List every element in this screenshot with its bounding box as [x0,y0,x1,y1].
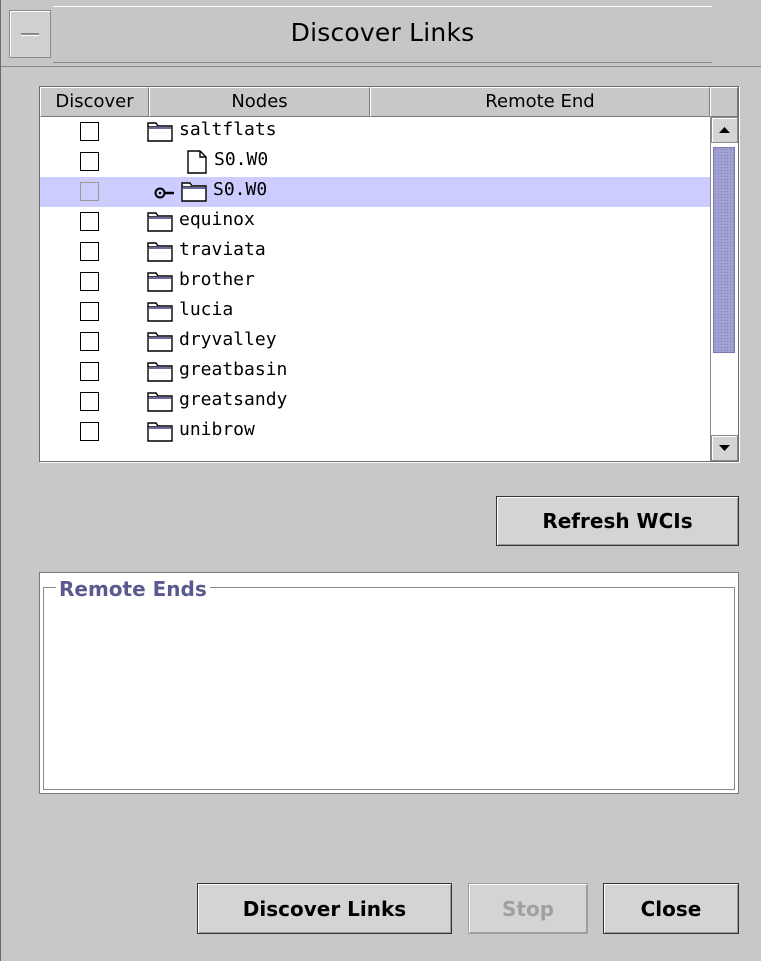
node-label: greatbasin [179,359,288,380]
discover-checkbox[interactable] [80,332,99,351]
node-label: S0.W0 [213,179,268,200]
table-header: Discover Nodes Remote End [40,87,738,117]
folder-icon [147,332,173,356]
node-label: unibrow [179,419,255,440]
file-icon [186,150,208,178]
table-row[interactable]: saltflats [40,117,710,147]
table-row[interactable]: S0.W0 [40,177,710,207]
table-row[interactable]: greatbasin [40,357,710,387]
table-row[interactable]: dryvalley [40,327,710,357]
column-header-remote-end[interactable]: Remote End [370,87,710,117]
node-label: brother [179,269,255,290]
folder-icon [147,392,173,416]
discover-checkbox[interactable] [80,362,99,381]
table-row[interactable]: lucia [40,297,710,327]
remote-ends-panel: Remote Ends [39,572,739,794]
discover-checkbox[interactable] [80,242,99,261]
folder-icon [147,362,173,386]
node-label: traviata [179,239,266,260]
refresh-wcis-button[interactable]: Refresh WCIs [496,496,739,546]
discover-links-button[interactable]: Discover Links [197,883,452,934]
table-row[interactable]: equinox [40,207,710,237]
scroll-down-button[interactable] [711,435,738,461]
remote-ends-title: Remote Ends [56,577,210,601]
folder-icon [147,272,173,296]
column-header-nodes[interactable]: Nodes [149,87,370,117]
table-row[interactable]: unibrow [40,417,710,447]
window-menu-button[interactable] [9,10,51,58]
discover-checkbox[interactable] [80,212,99,231]
key-icon [154,185,176,204]
window-menu-icon [21,33,39,36]
table-row[interactable]: S0.W0 [40,147,710,177]
node-label: dryvalley [179,329,277,350]
discover-checkbox[interactable] [80,392,99,411]
discover-checkbox[interactable] [80,182,99,201]
dialog-window: Discover Links Discover Nodes Remote End… [0,0,761,961]
discover-checkbox[interactable] [80,302,99,321]
window-title: Discover Links [290,18,475,47]
folder-icon [147,242,173,266]
vertical-scrollbar[interactable] [710,117,738,461]
folder-icon [147,302,173,326]
node-label: equinox [179,209,255,230]
stop-button[interactable]: Stop [468,883,588,934]
folder-icon [181,182,207,206]
node-label: greatsandy [179,389,288,410]
node-label: S0.W0 [214,149,269,170]
discover-checkbox[interactable] [80,422,99,441]
column-header-corner [710,87,738,117]
scroll-up-button[interactable] [711,117,738,143]
column-header-discover[interactable]: Discover [40,87,149,117]
table-row[interactable]: brother [40,267,710,297]
folder-icon [147,422,173,446]
table-row[interactable]: traviata [40,237,710,267]
close-button[interactable]: Close [603,883,739,934]
scroll-thumb[interactable] [713,147,735,353]
node-label: saltflats [179,119,277,140]
remote-ends-list[interactable] [43,587,735,790]
discover-checkbox[interactable] [80,272,99,291]
node-label: lucia [179,299,234,320]
table-row[interactable]: greatsandy [40,387,710,417]
arrow-up-icon [719,127,730,133]
table-rows: saltflats S0.W0 S0.W0 equinox traviata brothe… [40,117,710,461]
discover-checkbox[interactable] [80,122,99,141]
title-bar[interactable]: Discover Links [1,0,761,67]
folder-icon [147,212,173,236]
discover-checkbox[interactable] [80,152,99,171]
arrow-down-icon [719,445,730,451]
folder-icon [147,122,173,146]
nodes-table: Discover Nodes Remote End saltflats S0.W0… [39,86,739,462]
